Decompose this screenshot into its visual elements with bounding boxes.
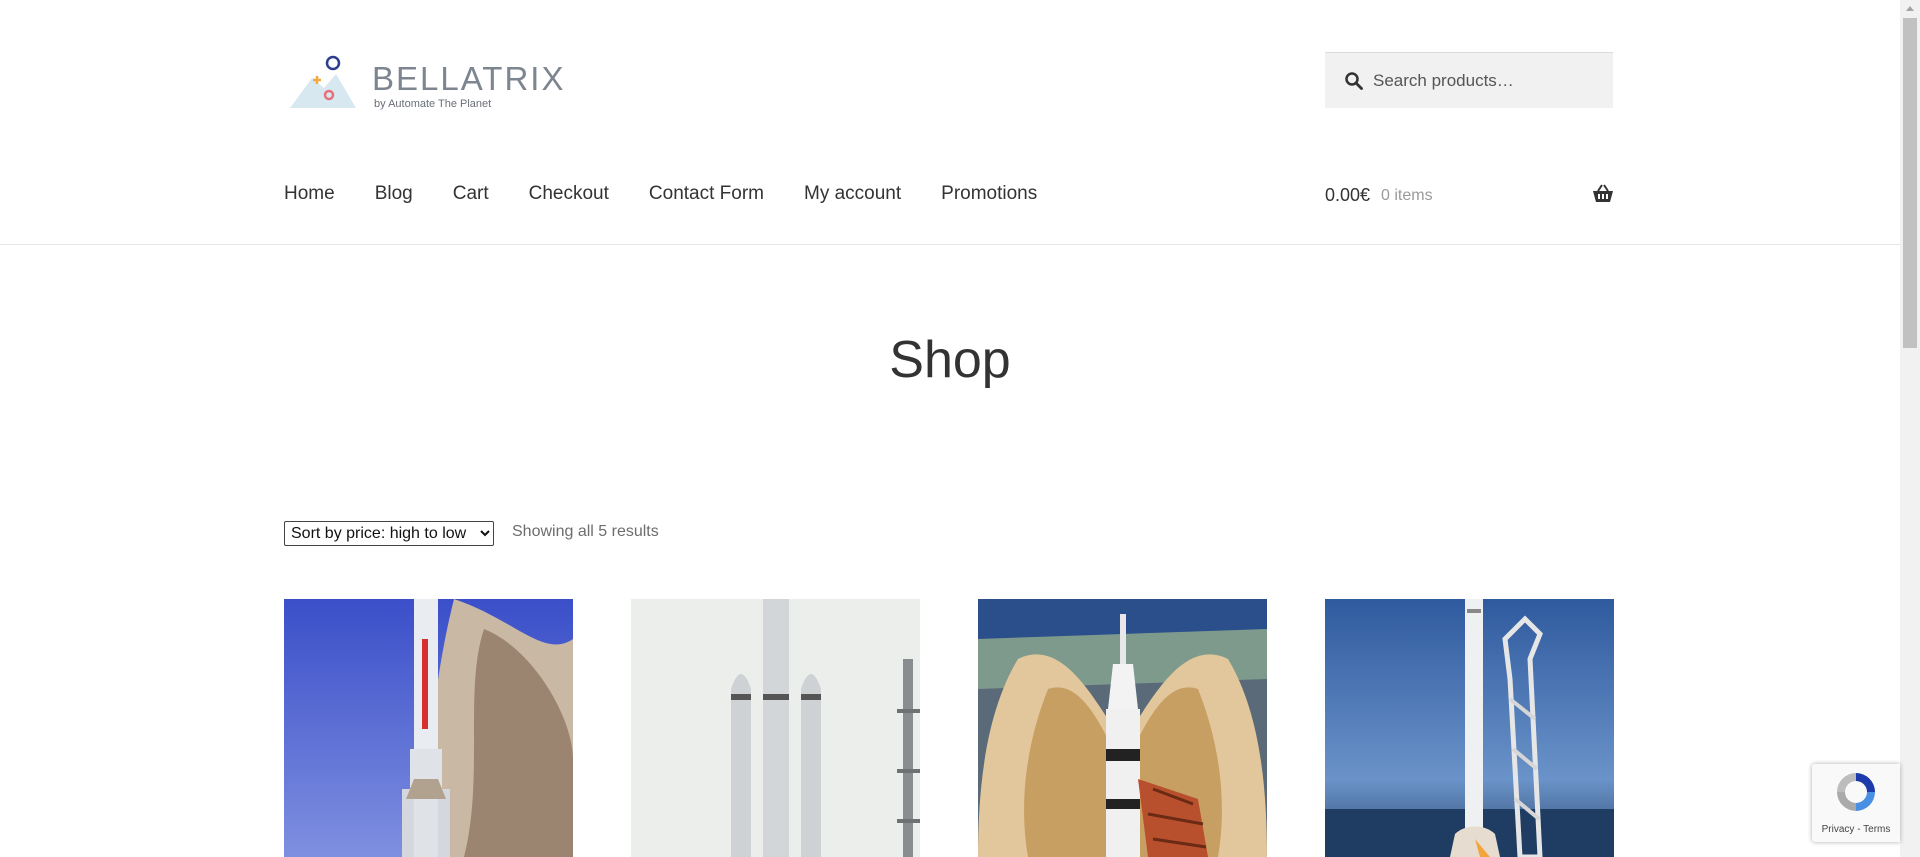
basket-icon (1593, 184, 1613, 202)
nav-item-my-account[interactable]: My account (804, 183, 901, 205)
recaptcha-badge[interactable]: Privacy - Terms (1812, 764, 1900, 842)
page-scrollbar[interactable] (1900, 0, 1920, 857)
primary-navigation: Home Blog Cart Checkout Contact Form My … (284, 183, 1077, 205)
product-card[interactable] (978, 599, 1267, 857)
nav-item-contact-form[interactable]: Contact Form (649, 183, 764, 205)
logo-tagline: by Automate The Planet (374, 98, 492, 110)
page-title: Shop (889, 331, 1011, 389)
header-cart[interactable]: 0.00€ 0 items (1325, 184, 1614, 209)
product-image[interactable] (978, 599, 1267, 857)
scroll-up-arrow-icon[interactable] (1906, 6, 1914, 11)
product-card[interactable] (284, 599, 573, 857)
recaptcha-icon (1837, 773, 1875, 811)
nav-item-blog[interactable]: Blog (375, 183, 413, 205)
site-header: BELLATRIX by Automate The Planet Home Bl… (0, 0, 1900, 245)
logo-mark-icon (290, 55, 356, 108)
product-card[interactable] (1325, 599, 1614, 857)
nav-item-checkout[interactable]: Checkout (529, 183, 609, 205)
scrollbar-thumb[interactable] (1903, 18, 1917, 348)
sort-select[interactable]: Sort by price: high to low (284, 521, 494, 546)
search-icon (1345, 72, 1363, 90)
result-count: Showing all 5 results (512, 523, 659, 540)
nav-item-home[interactable]: Home (284, 183, 335, 205)
cart-total: 0.00€ (1325, 185, 1371, 205)
site-logo[interactable]: BELLATRIX by Automate The Planet (284, 50, 564, 120)
product-image[interactable] (1325, 599, 1614, 857)
recaptcha-links[interactable]: Privacy - Terms (1812, 824, 1900, 835)
product-image[interactable] (631, 599, 920, 857)
product-image[interactable] (284, 599, 573, 857)
product-card[interactable] (631, 599, 920, 857)
nav-item-promotions[interactable]: Promotions (941, 183, 1037, 205)
cart-item-count: 0 items (1381, 187, 1433, 204)
product-search (1325, 52, 1613, 108)
logo-wordmark: BELLATRIX (372, 60, 566, 97)
nav-item-cart[interactable]: Cart (453, 183, 489, 205)
search-input[interactable] (1371, 59, 1605, 103)
